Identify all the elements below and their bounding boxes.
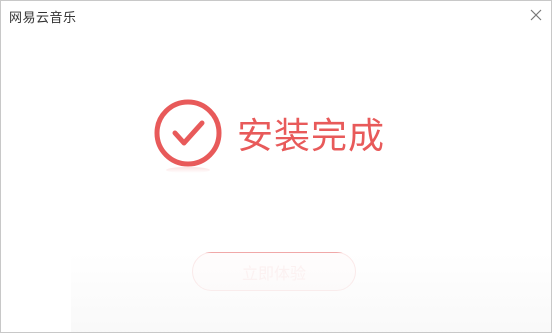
start-now-button[interactable]: 立即体验 bbox=[192, 252, 356, 291]
install-complete-message: 安装完成 bbox=[153, 99, 385, 181]
close-button[interactable] bbox=[527, 6, 545, 24]
check-circle-icon bbox=[154, 99, 222, 173]
window-title: 网易云音乐 bbox=[9, 11, 77, 26]
installer-window: 网易云音乐 安装完成 立即体验 bbox=[0, 0, 552, 333]
install-complete-text: 安装完成 bbox=[237, 116, 386, 157]
close-icon bbox=[530, 9, 542, 21]
